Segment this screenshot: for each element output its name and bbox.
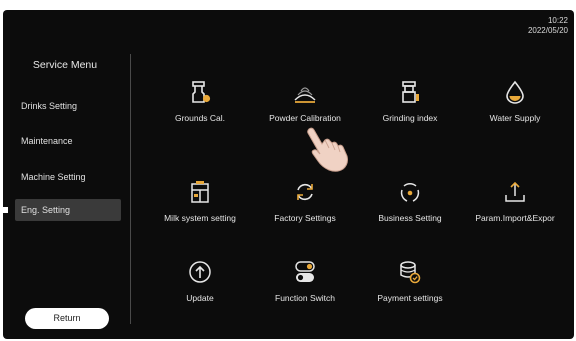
- tile-function-switch[interactable]: Function Switch: [255, 260, 355, 320]
- touch-screen: 10:22 2022/05/20 Service Menu Drinks Set…: [3, 10, 574, 339]
- milk-system-icon: [191, 181, 209, 203]
- sidebar-item-maintenance[interactable]: Maintenance: [15, 130, 121, 152]
- tile-grounds-cal[interactable]: Grounds Cal.: [150, 80, 250, 140]
- sidebar-item-drinks-setting[interactable]: Drinks Setting: [15, 95, 121, 117]
- tile-label: Grounds Cal.: [174, 113, 226, 123]
- powder-icon: [294, 87, 316, 103]
- tile-param-import-export[interactable]: Param.Import&Expor: [465, 180, 565, 240]
- tile-water-supply[interactable]: Water Supply: [465, 80, 565, 140]
- business-cycle-icon: [400, 182, 420, 202]
- toggle-switch-icon: [295, 261, 315, 282]
- tile-label: Milk system setting: [164, 213, 236, 223]
- tile-label: Payment settings: [377, 293, 443, 303]
- sidebar-title: Service Menu: [32, 59, 98, 71]
- tile-label: Factory Settings: [274, 213, 336, 223]
- sidebar-item-machine-setting[interactable]: Machine Setting: [15, 166, 121, 188]
- sidebar: Service Menu Drinks Setting Maintenance …: [3, 10, 129, 339]
- import-export-icon: [505, 181, 525, 202]
- tile-factory-settings[interactable]: Factory Settings: [255, 180, 355, 240]
- return-button[interactable]: Return: [25, 308, 109, 329]
- tile-label: Business Setting: [378, 213, 442, 223]
- tile-payment-settings[interactable]: Payment settings: [360, 260, 460, 320]
- tile-label: Update: [186, 293, 214, 303]
- active-item-marker: [3, 207, 8, 213]
- tile-label: Powder Calibration: [269, 113, 341, 123]
- tile-label: Param.Import&Expor: [475, 213, 555, 223]
- tile-update[interactable]: Update: [150, 260, 250, 320]
- tile-grinding-index[interactable]: Grinding index: [360, 80, 460, 140]
- status-clock: 10:22 2022/05/20: [528, 16, 568, 36]
- water-drop-icon: [506, 80, 524, 104]
- clock-date: 2022/05/20: [527, 26, 568, 35]
- refresh-icon: [297, 183, 313, 201]
- update-arrow-icon: [189, 261, 211, 283]
- tile-business-setting[interactable]: Business Setting: [360, 180, 460, 240]
- grinder-icon: [402, 81, 419, 103]
- tile-label: Water Supply: [489, 113, 541, 123]
- pointing-hand-icon: [307, 127, 348, 172]
- tile-label: Function Switch: [275, 293, 335, 303]
- tile-label: Grinding index: [382, 113, 438, 123]
- sidebar-divider: [130, 54, 131, 324]
- tile-milk-system-setting[interactable]: Milk system setting: [150, 180, 250, 240]
- sidebar-item-eng-setting[interactable]: Eng. Setting: [15, 199, 121, 221]
- grounds-container-icon: [192, 81, 211, 103]
- clock-time: 10:22: [547, 16, 568, 25]
- payment-coins-icon: [400, 261, 421, 284]
